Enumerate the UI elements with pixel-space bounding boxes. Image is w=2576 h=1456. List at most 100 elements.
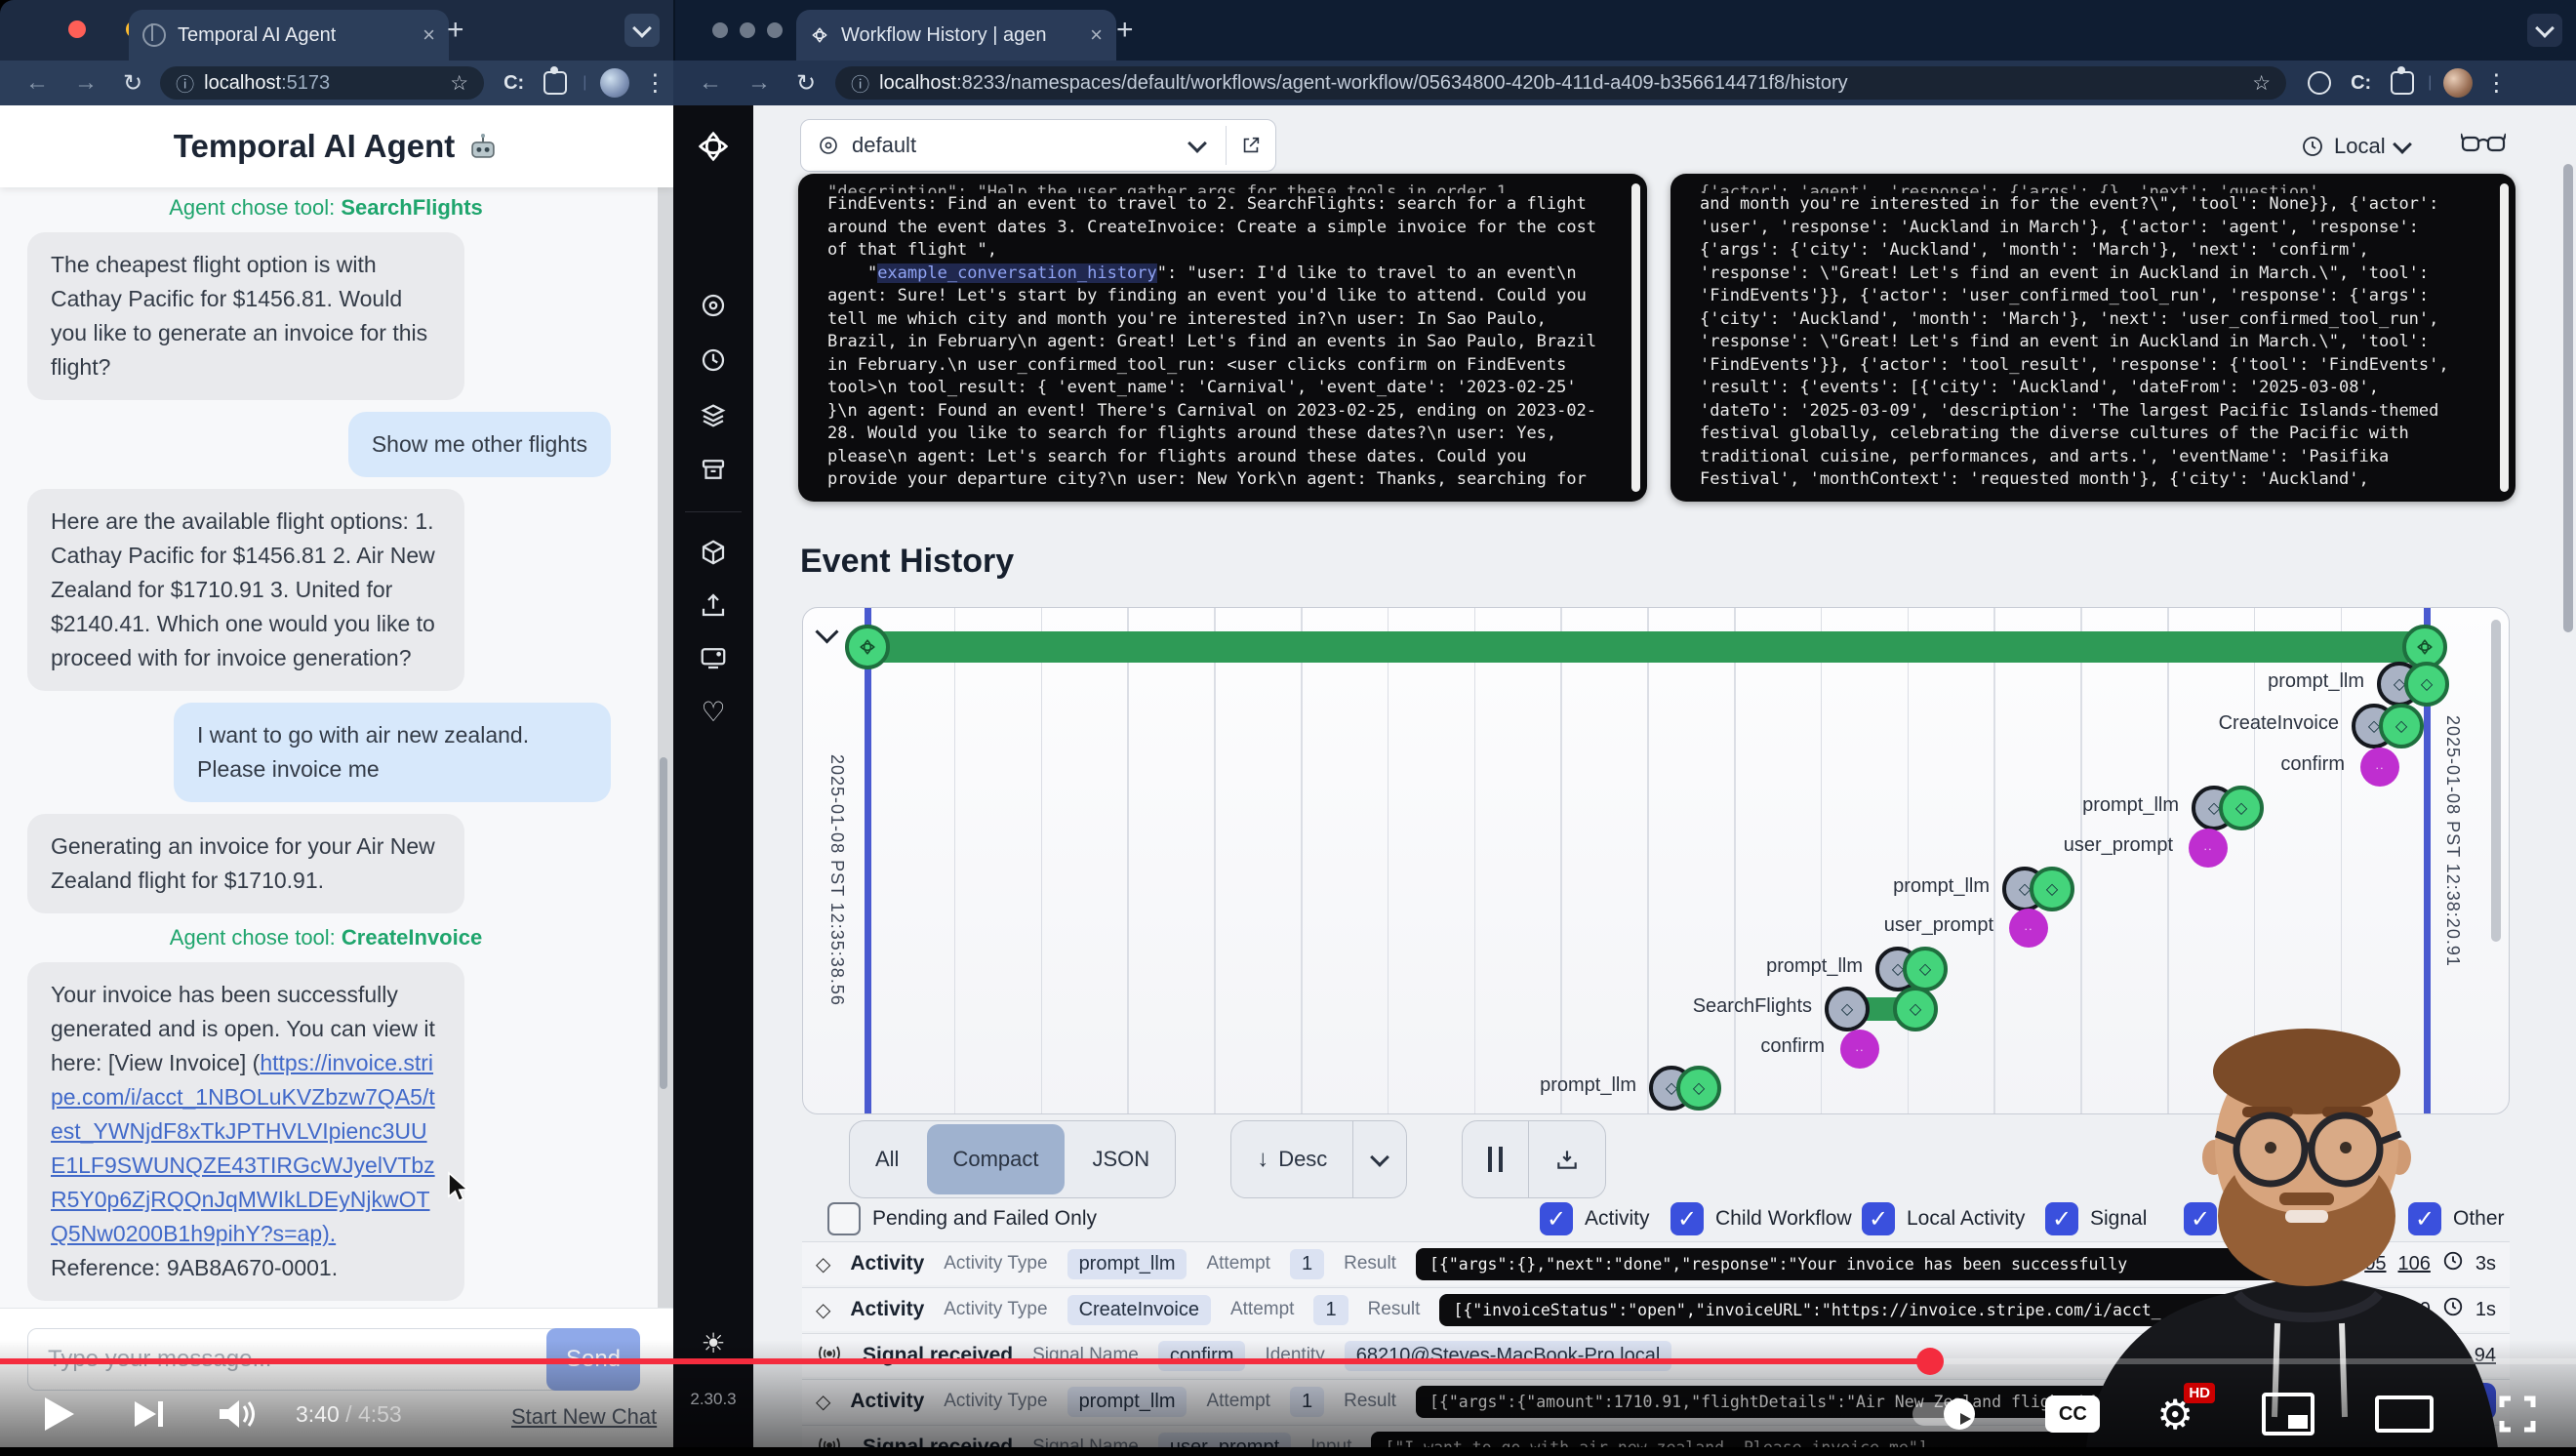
code-scrollbar[interactable]: [1631, 183, 1640, 492]
result-code-panel[interactable]: {'actor': 'agent', 'response': {'args': …: [1670, 174, 2516, 502]
checkbox-checked-icon[interactable]: ✓: [1670, 1202, 1704, 1235]
workflow-start-marker[interactable]: [845, 625, 890, 669]
filter-activity[interactable]: ✓Activity: [1540, 1202, 1650, 1235]
view-mode-segmented-control[interactable]: AllCompactJSON: [849, 1120, 1176, 1198]
captions-button[interactable]: CC: [2045, 1395, 2100, 1433]
timezone-select[interactable]: Local: [2301, 127, 2409, 166]
activity-completed-marker[interactable]: ◇: [2404, 662, 2449, 707]
sort-control[interactable]: ↓Desc: [1230, 1120, 1407, 1198]
next-button[interactable]: [135, 1401, 163, 1427]
left-toolbar: ← → ↻ ⓘ localhost:5173 ☆ C: | ⋮: [0, 61, 673, 105]
progress-scrubber[interactable]: [1916, 1348, 1944, 1375]
schedules-clock-icon[interactable]: [673, 345, 753, 375]
tab-close-icon[interactable]: ×: [423, 22, 435, 48]
new-tab-button[interactable]: +: [1116, 14, 1134, 47]
back-icon[interactable]: ←: [699, 69, 722, 97]
chat-scrollbar[interactable]: [660, 757, 667, 1089]
activity-scheduled-marker[interactable]: ◇: [1825, 987, 1870, 1031]
profile-avatar[interactable]: [2443, 68, 2473, 98]
nav-sidebar: ♡ ☀ 2.30.3: [673, 105, 753, 1447]
bookmark-star-icon[interactable]: ☆: [450, 71, 468, 96]
cast-extension-icon[interactable]: C:: [503, 72, 524, 95]
kebab-menu-icon[interactable]: ⋮: [2484, 69, 2508, 98]
labs-glasses-icon[interactable]: [2461, 129, 2506, 160]
puzzle-extensions-icon[interactable]: [543, 71, 567, 95]
activity-completed-marker[interactable]: ◇: [1903, 947, 1948, 991]
archive-box-icon[interactable]: [673, 455, 753, 484]
reload-icon[interactable]: ↻: [796, 69, 816, 98]
back-icon[interactable]: ←: [25, 69, 49, 97]
checkbox-checked-icon[interactable]: ✓: [1862, 1202, 1895, 1235]
reload-icon[interactable]: ↻: [123, 69, 142, 98]
chat-app: Temporal AI Agent Agent chose tool: Sear…: [0, 105, 673, 1447]
signal-marker[interactable]: ∙∙: [2009, 909, 2048, 948]
cast-extension-icon[interactable]: C:: [2351, 72, 2371, 95]
pause-button[interactable]: [1463, 1121, 1528, 1197]
filter-child-workflow[interactable]: ✓Child Workflow: [1670, 1202, 1852, 1235]
autoplay-toggle[interactable]: [1912, 1402, 1973, 1426]
activity-completed-marker[interactable]: ◇: [2379, 704, 2424, 748]
signal-marker[interactable]: ∙∙: [2189, 829, 2228, 868]
namespace-select[interactable]: default: [800, 119, 1276, 172]
workflows-eye-icon[interactable]: [673, 291, 753, 320]
site-info-icon[interactable]: ⓘ: [176, 70, 194, 97]
view-option-compact[interactable]: Compact: [927, 1124, 1064, 1194]
video-progress-bar[interactable]: [0, 1358, 2576, 1364]
view-option-all[interactable]: All: [850, 1121, 924, 1197]
volume-icon[interactable]: [218, 1397, 261, 1431]
tab-temporal-ai-agent[interactable]: Temporal AI Agent ×: [129, 10, 449, 61]
invoice-link[interactable]: https://invoice.stripe.com/i/acct_1NBOLu…: [51, 1050, 435, 1246]
code-scrollbar[interactable]: [2500, 183, 2509, 492]
close-window-button[interactable]: [68, 20, 86, 38]
maximize-window-button[interactable]: [767, 22, 783, 38]
play-button[interactable]: [45, 1397, 74, 1431]
checkbox-checked-icon[interactable]: ✓: [1540, 1202, 1573, 1235]
activity-completed-marker[interactable]: ◇: [2030, 867, 2074, 911]
minimize-window-button[interactable]: [740, 22, 755, 38]
address-bar[interactable]: ⓘ localhost:8233/namespaces/default/work…: [835, 66, 2286, 100]
profile-avatar[interactable]: [600, 68, 629, 98]
input-code-text: "description": "Help the user gather arg…: [798, 174, 1647, 502]
activity-completed-marker[interactable]: ◇: [1676, 1066, 1721, 1111]
activity-completed-marker[interactable]: ◇: [1893, 987, 1938, 1031]
forward-icon[interactable]: →: [74, 69, 98, 97]
download-button[interactable]: [1528, 1121, 1605, 1197]
open-external-icon[interactable]: [1240, 135, 1262, 156]
temporal-logo-icon[interactable]: [673, 127, 753, 166]
timeline-scrollbar[interactable]: [2491, 620, 2501, 942]
tab-title: Workflow History | agent-wor: [841, 24, 1046, 47]
pause-download-control[interactable]: [1462, 1120, 1606, 1198]
bookmark-star-icon[interactable]: ☆: [2252, 71, 2271, 96]
site-info-icon[interactable]: ⓘ: [851, 70, 869, 97]
filter-local-activity[interactable]: ✓Local Activity: [1862, 1202, 2025, 1235]
puzzle-extensions-icon[interactable]: [2391, 71, 2414, 95]
tab-close-icon[interactable]: ×: [1090, 22, 1103, 48]
sort-chevron-button[interactable]: [1352, 1121, 1406, 1197]
password-manager-icon[interactable]: [2308, 71, 2331, 95]
new-tab-button[interactable]: +: [447, 14, 464, 47]
timeline-event-label: prompt_llm: [2082, 794, 2179, 817]
address-bar[interactable]: ⓘ localhost:5173 ☆: [160, 66, 484, 100]
signal-marker[interactable]: ∙∙: [1840, 1030, 1879, 1069]
forward-icon[interactable]: →: [747, 69, 771, 97]
close-window-button[interactable]: [712, 22, 728, 38]
settings-gear-icon[interactable]: ⚙HD: [2156, 1391, 2194, 1438]
export-upload-icon[interactable]: [673, 590, 753, 620]
input-code-panel[interactable]: "description": "Help the user gather arg…: [798, 174, 1647, 502]
feedback-heart-icon[interactable]: ♡: [673, 696, 753, 728]
activity-completed-marker[interactable]: ◇: [2219, 786, 2264, 830]
page-scrollbar[interactable]: [2563, 164, 2573, 632]
view-option-json[interactable]: JSON: [1067, 1121, 1176, 1197]
cube-icon[interactable]: [673, 538, 753, 567]
stacks-layers-icon[interactable]: [673, 400, 753, 429]
tab-search-chevron-icon[interactable]: [2527, 14, 2562, 47]
miniplayer-button[interactable]: [2262, 1393, 2314, 1436]
signal-marker[interactable]: ∙∙: [2360, 748, 2399, 787]
fullscreen-button[interactable]: [2498, 1395, 2537, 1434]
codec-monitor-icon[interactable]: [673, 643, 753, 672]
kebab-menu-icon[interactable]: ⋮: [643, 69, 666, 98]
tab-workflow-history[interactable]: Workflow History | agent-wor ×: [796, 10, 1116, 61]
sort-desc-button[interactable]: ↓Desc: [1231, 1121, 1352, 1197]
tab-search-chevron-icon[interactable]: [624, 14, 660, 47]
theater-mode-button[interactable]: [2375, 1395, 2434, 1433]
